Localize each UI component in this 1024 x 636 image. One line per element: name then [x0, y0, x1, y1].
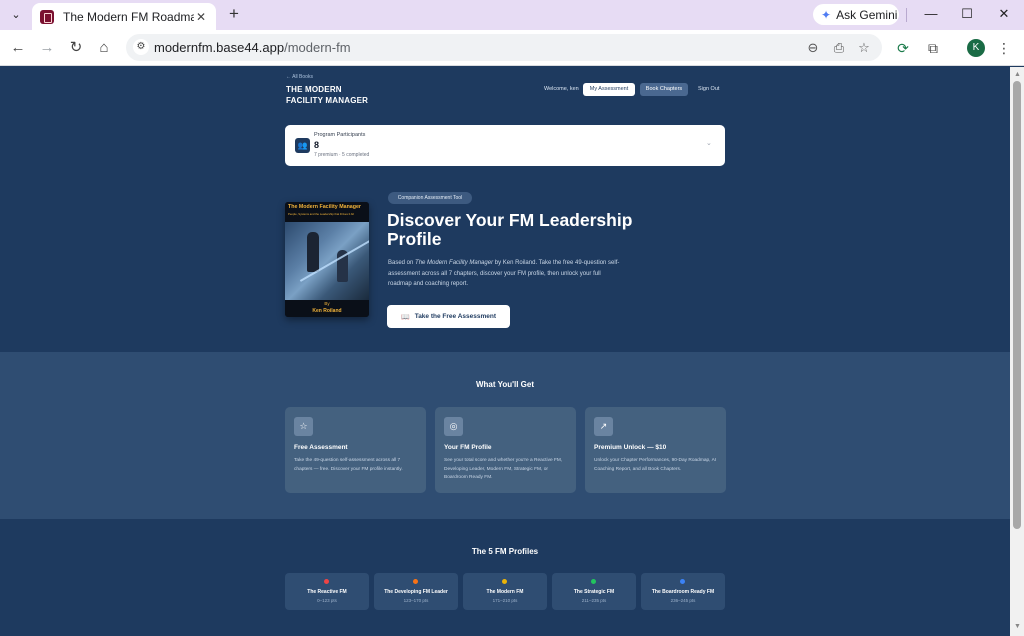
tab-search-dropdown[interactable]: ⌄ [6, 4, 26, 24]
site-brand[interactable]: THE MODERN FACILITY MANAGER [286, 84, 368, 106]
maximize-button[interactable]: ☐ [956, 4, 978, 24]
reload-button[interactable]: ↻ [65, 37, 87, 59]
users-icon: 👥 [295, 138, 310, 153]
status-dot-icon [680, 579, 685, 584]
extension-sync-icon[interactable]: ⟳ [893, 38, 913, 58]
url-text: modernfm.base44.app/modern-fm [154, 40, 351, 55]
book-cover: The Modern Facility Manager People, Syst… [285, 202, 369, 317]
profile-name: The Modern FM [486, 589, 524, 595]
welcome-text: Welcome, ken [544, 86, 579, 92]
book-cover-subtitle: People, Systems and the Leadership that … [288, 212, 354, 216]
card-description: See your total score and whether you're … [444, 458, 563, 480]
profile-range: 236–245 pts [670, 598, 696, 603]
tab-strip: ⌄ The Modern FM Roadmap ✕ + ✦ Ask Gemini… [0, 0, 1024, 30]
close-tab-icon[interactable]: ✕ [194, 10, 208, 24]
participants-dropdown[interactable]: 👥 Program Participants 8 7 premium · 5 c… [285, 125, 725, 166]
book-cover-author: Ken Roiland [312, 308, 342, 314]
zoom-icon[interactable]: ⊖ [804, 39, 822, 57]
participants-summary: 7 premium · 5 completed [314, 152, 370, 158]
site-info-icon[interactable]: ⚙ [133, 39, 149, 55]
scrollbar-thumb[interactable] [1013, 81, 1021, 529]
cta-label: Take the Free Assessment [414, 313, 496, 320]
book-cover-art [285, 222, 369, 300]
menu-kebab-icon[interactable]: ⋮ [994, 38, 1014, 58]
status-dot-icon [324, 579, 329, 584]
brand-line-1: THE MODERN [286, 85, 342, 94]
scroll-down-arrow-icon[interactable]: ▼ [1014, 623, 1021, 630]
page-content: ← All Books THE MODERN FACILITY MANAGER … [0, 67, 1010, 636]
new-tab-button[interactable]: + [224, 4, 244, 24]
url-domain: modernfm.base44.app [154, 40, 285, 55]
profile-range: 0–123 pts [317, 598, 337, 603]
gemini-sparkle-icon: ✦ [821, 7, 832, 22]
profile-card-strategic: The Strategic FM 211–235 pts [552, 573, 636, 610]
ask-gemini-label: Ask Gemini [836, 7, 898, 22]
profile-card-developing: The Developing FM Leader 123–170 pts [374, 573, 458, 610]
scroll-up-arrow-icon[interactable]: ▲ [1014, 71, 1021, 78]
extensions-puzzle-icon[interactable]: ⧉ [923, 38, 943, 58]
divider [906, 8, 907, 22]
profile-name: The Reactive FM [307, 589, 347, 595]
book-cover-title: The Modern Facility Manager [288, 204, 361, 210]
page-scrollbar[interactable]: ▲ ▼ [1010, 67, 1024, 636]
forward-button[interactable]: → [36, 37, 58, 59]
card-title: Free Assessment [294, 444, 348, 451]
open-book-icon: 📖 [400, 313, 410, 321]
profile-card-modern: The Modern FM 171–210 pts [463, 573, 547, 610]
participants-label: Program Participants [314, 132, 366, 138]
profile-name: The Developing FM Leader [384, 589, 448, 595]
my-assessment-button[interactable]: My Assessment [583, 83, 635, 96]
card-title: Your FM Profile [444, 444, 492, 451]
install-app-icon[interactable]: ⎙ [830, 39, 848, 57]
minimize-button[interactable]: — [920, 4, 942, 24]
back-button[interactable]: ← [7, 37, 29, 59]
status-dot-icon [502, 579, 507, 584]
browser-toolbar: ← → ↻ ⌂ ⚙ modernfm.base44.app/modern-fm … [0, 30, 1024, 66]
what-youll-get-section: What You'll Get ☆ Free Assessment Take t… [0, 352, 1010, 519]
card-title: Premium Unlock — $10 [594, 444, 667, 451]
close-window-button[interactable]: ✕ [993, 4, 1015, 24]
sign-out-link[interactable]: Sign Out [698, 86, 719, 92]
book-cover-by: By [324, 301, 330, 306]
book-chapters-button[interactable]: Book Chapters [640, 83, 688, 96]
hero-description: Based on The Modern Facility Manager by … [388, 260, 620, 287]
star-icon: ☆ [294, 417, 313, 436]
tab-title: The Modern FM Roadmap [63, 9, 194, 24]
chevron-down-icon: ⌄ [706, 140, 712, 147]
profile-card-boardroom: The Boardroom Ready FM 236–245 pts [641, 573, 725, 610]
feature-card-fm-profile: ◎ Your FM Profile See your total score a… [435, 407, 576, 493]
card-description: Unlock your Chapter Performances, 90-Day… [594, 458, 717, 472]
status-dot-icon [591, 579, 596, 584]
feature-card-premium: ↗ Premium Unlock — $10 Unlock your Chapt… [585, 407, 726, 493]
profile-name: The Strategic FM [573, 589, 615, 595]
browser-tab[interactable]: The Modern FM Roadmap ✕ [32, 3, 216, 30]
participants-count: 8 [314, 140, 320, 150]
profile-card-reactive: The Reactive FM 0–123 pts [285, 573, 369, 610]
status-dot-icon [413, 579, 418, 584]
card-description: Take the 49-question self-assessment acr… [294, 458, 403, 472]
profiles-section-title: The 5 FM Profiles [471, 547, 539, 556]
companion-badge: Companion Assessment Tool [388, 192, 472, 204]
feature-card-free-assessment: ☆ Free Assessment Take the 49-question s… [285, 407, 426, 493]
profile-name: The Boardroom Ready FM [651, 589, 715, 595]
profile-range: 211–235 pts [581, 598, 607, 603]
brand-line-2: FACILITY MANAGER [286, 96, 369, 105]
address-bar[interactable]: ⚙ modernfm.base44.app/modern-fm ⊖ ⎙ ☆ [126, 34, 882, 61]
trending-up-icon: ↗ [594, 417, 613, 436]
take-free-assessment-button[interactable]: 📖 Take the Free Assessment [387, 305, 510, 328]
all-books-link[interactable]: ← All Books [286, 74, 313, 80]
site-favicon-icon [40, 9, 54, 24]
ask-gemini-button[interactable]: ✦ Ask Gemini [813, 4, 899, 25]
url-path: /modern-fm [284, 40, 351, 55]
target-icon: ◎ [444, 417, 463, 436]
home-button[interactable]: ⌂ [93, 37, 115, 59]
hero-title: Discover Your FM Leadership Profile [387, 210, 633, 249]
section-title: What You'll Get [475, 380, 535, 389]
bookmark-star-icon[interactable]: ☆ [855, 39, 873, 57]
profile-range: 171–210 pts [492, 598, 518, 603]
profile-range: 123–170 pts [403, 598, 429, 603]
profile-avatar[interactable]: K [967, 39, 985, 57]
